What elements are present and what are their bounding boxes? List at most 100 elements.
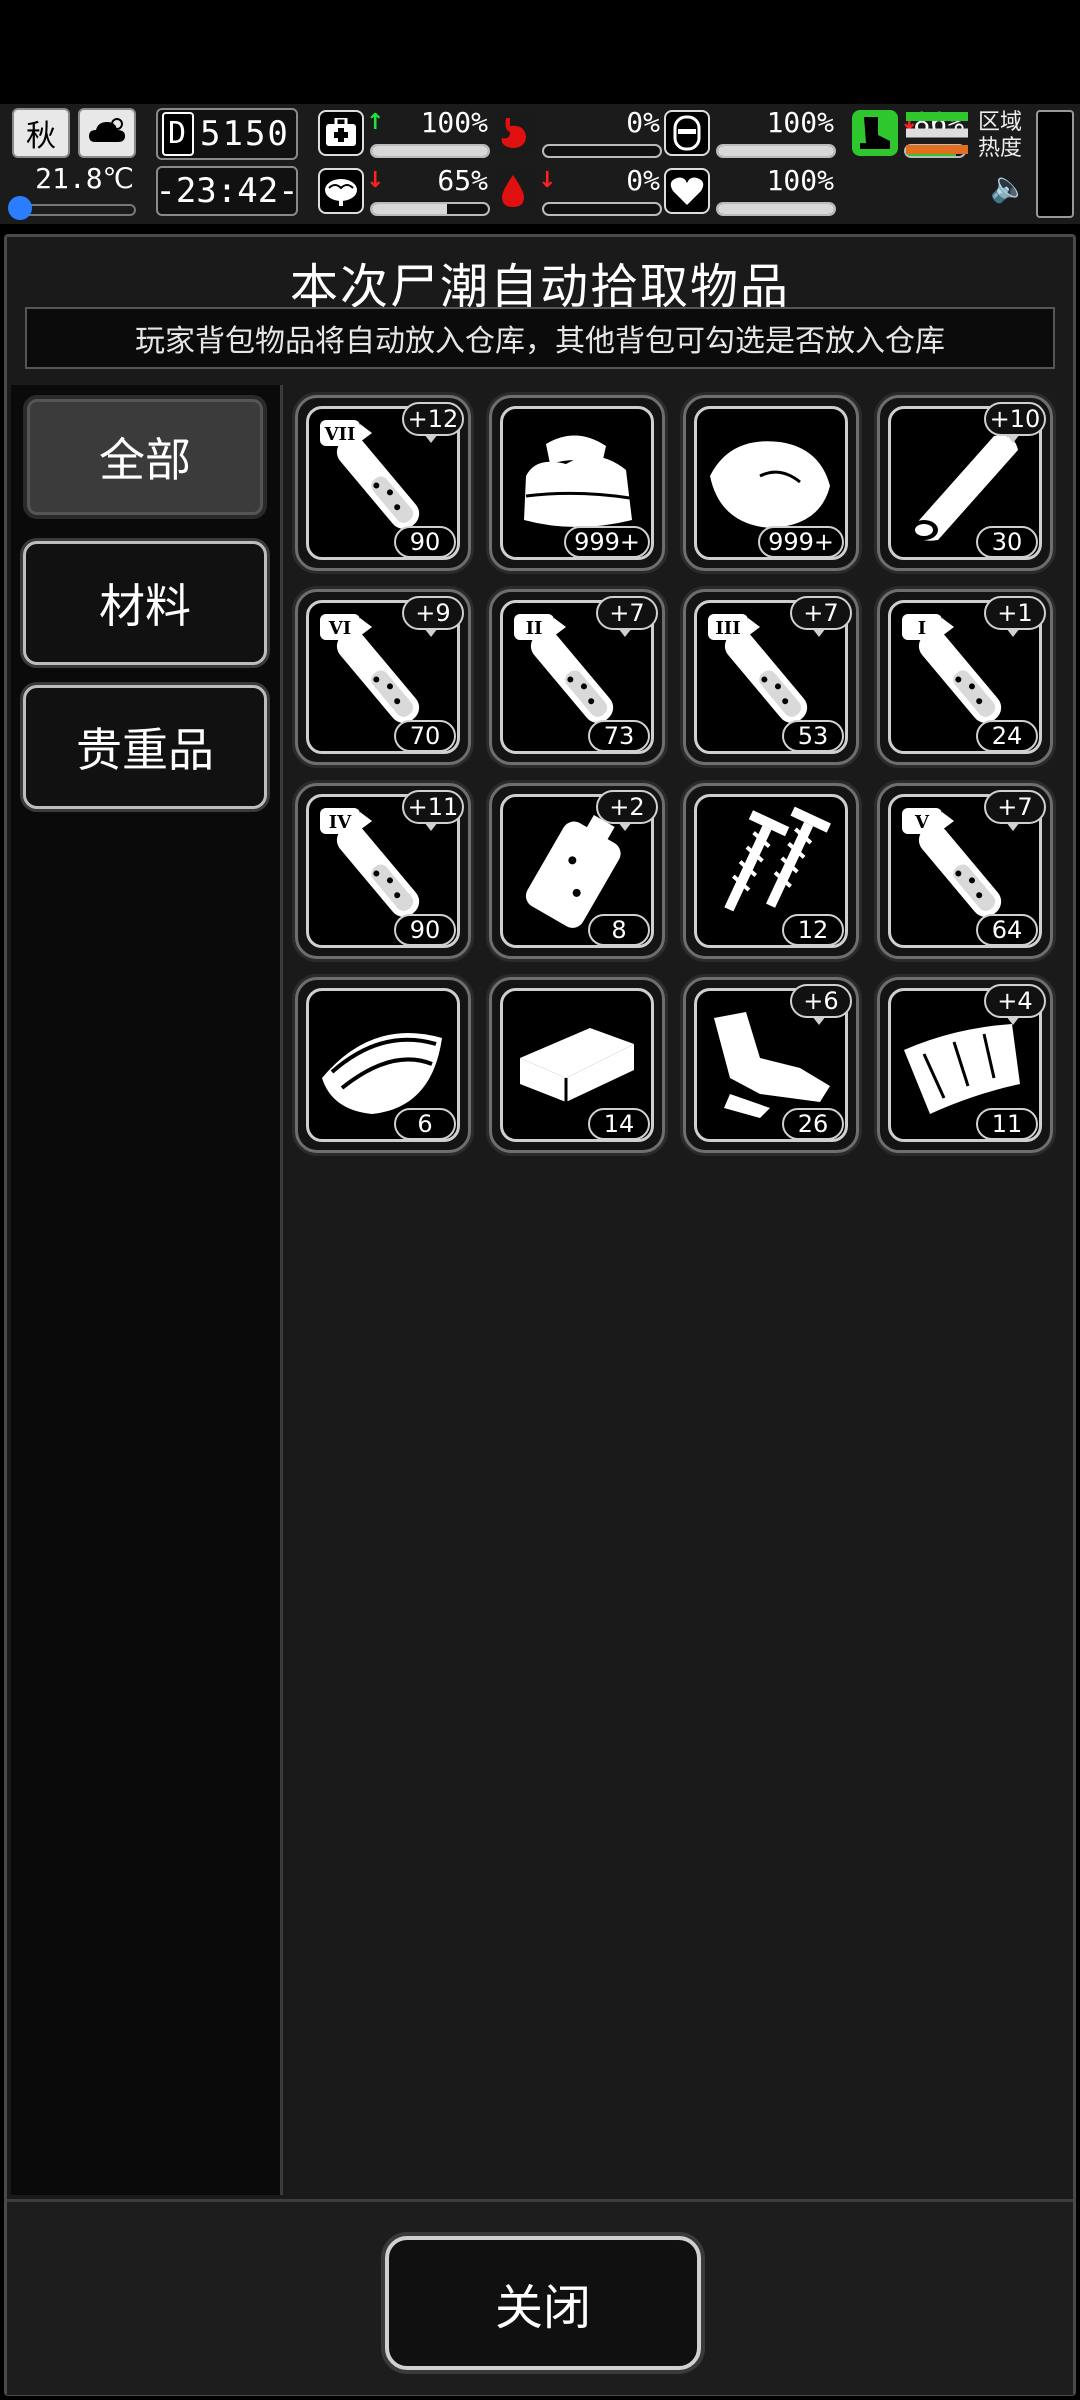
season-label: 秋	[26, 119, 56, 154]
quantity-badge: 999+	[758, 526, 844, 558]
stat-bar	[542, 144, 662, 158]
region-heat-meter	[1036, 110, 1074, 218]
stat-value: 65%	[437, 164, 488, 197]
item-slot[interactable]: V +7 64	[877, 783, 1053, 959]
stat-value: 100%	[766, 106, 834, 139]
stat-bar	[716, 202, 836, 216]
status-hud: 秋 21.8℃ D 5150 -23:42- ↑ 100% 0% 100% ↓ 65% ↓ 0…	[0, 104, 1080, 224]
medkit-icon	[318, 110, 364, 156]
quantity-badge: 73	[588, 720, 650, 752]
stat-armor: 100%	[664, 106, 840, 160]
season-indicator: 秋	[12, 108, 70, 158]
stat-thirst: ↓ 0%	[490, 164, 666, 218]
svg-text:V: V	[914, 812, 930, 833]
heart-icon	[664, 168, 710, 214]
item-slot[interactable]: +6 26	[683, 977, 859, 1153]
stat-hunger: 0%	[490, 106, 666, 160]
stat-value: 100%	[766, 164, 834, 197]
item-slot[interactable]: +2 8	[489, 783, 665, 959]
quantity-badge: 8	[588, 914, 650, 946]
weather-icon	[78, 108, 136, 158]
close-label: 关闭	[494, 2280, 591, 2336]
bonus-badge: +4	[984, 984, 1046, 1025]
stat-mood: 100%	[664, 164, 840, 218]
panel-subtitle: 玩家背包物品将自动放入仓库，其他背包可勾选是否放入仓库	[25, 307, 1055, 369]
trend-arrow-icon: ↑	[366, 110, 385, 135]
item-grid: VII +12 90 999+ 999+ +10 30 VI +9 70 II +7 73 III +7 53…	[289, 385, 1067, 2195]
stat-bar	[370, 202, 490, 216]
boot-icon	[852, 110, 898, 156]
stomach-icon	[490, 110, 536, 156]
quantity-badge: 6	[394, 1108, 456, 1140]
item-slot[interactable]: II +7 73	[489, 589, 665, 765]
quantity-badge: 24	[976, 720, 1038, 752]
quantity-badge: 14	[588, 1108, 650, 1140]
bonus-badge: +7	[790, 596, 852, 637]
tab-label: 材料	[99, 579, 191, 633]
clock: -23:42-	[155, 166, 299, 216]
bonus-badge: +7	[984, 790, 1046, 831]
tab-materials[interactable]: 材料	[23, 541, 267, 665]
auto-loot-panel: 本次尸潮自动拾取物品 玩家背包物品将自动放入仓库，其他背包可勾选是否放入仓库 全…	[4, 234, 1076, 2396]
tab-label: 贵重品	[76, 723, 214, 777]
category-sidebar: 全部 材料 贵重品	[11, 385, 283, 2195]
trend-arrow-icon: ↓	[366, 168, 385, 193]
bonus-badge: +2	[596, 790, 658, 831]
bonus-badge: +6	[790, 984, 852, 1025]
day-counter: D 5150	[156, 108, 298, 160]
quantity-badge: 11	[976, 1108, 1038, 1140]
close-button[interactable]: 关闭	[385, 2236, 701, 2370]
day-value: 5150	[200, 114, 290, 154]
stat-value: 100%	[420, 106, 488, 139]
bonus-badge: +9	[402, 596, 464, 637]
quantity-badge: 999+	[564, 526, 650, 558]
item-slot[interactable]: VII +12 90	[295, 395, 471, 571]
quantity-badge: 12	[782, 914, 844, 946]
item-slot[interactable]: 999+	[489, 395, 665, 571]
item-slot[interactable]: +10 30	[877, 395, 1053, 571]
stat-bar	[370, 144, 490, 158]
stat-bar	[716, 144, 836, 158]
stat-brain: ↓ 65%	[318, 164, 494, 218]
bonus-badge: +10	[984, 402, 1046, 443]
item-slot[interactable]: 14	[489, 977, 665, 1153]
bonus-badge: +7	[596, 596, 658, 637]
bonus-badge: +11	[402, 790, 464, 831]
trend-arrow-icon: ↓	[538, 168, 557, 193]
item-slot[interactable]: 999+	[683, 395, 859, 571]
item-slot[interactable]: +4 11	[877, 977, 1053, 1153]
water-drop-icon	[490, 168, 536, 214]
tab-valuables[interactable]: 贵重品	[23, 685, 267, 809]
day-label: D	[162, 112, 194, 156]
tab-all[interactable]: 全部	[23, 395, 267, 519]
quantity-badge: 70	[394, 720, 456, 752]
bonus-badge: +12	[402, 402, 464, 443]
thermometer-icon	[8, 196, 32, 220]
helmet-icon	[664, 110, 710, 156]
item-slot[interactable]: III +7 53	[683, 589, 859, 765]
brain-icon	[318, 168, 364, 214]
stamina-stripes	[906, 112, 968, 154]
quantity-badge: 26	[782, 1108, 844, 1140]
quantity-badge: 53	[782, 720, 844, 752]
svg-text:I: I	[918, 618, 926, 639]
quantity-badge: 30	[976, 526, 1038, 558]
quantity-badge: 64	[976, 914, 1038, 946]
item-slot[interactable]: 12	[683, 783, 859, 959]
speaker-icon[interactable]: 🔈	[990, 170, 1027, 205]
stat-value: 0%	[626, 164, 660, 197]
stat-bar	[542, 202, 662, 216]
stat-value: 0%	[626, 106, 660, 139]
tab-label: 全部	[99, 433, 191, 487]
quantity-badge: 90	[394, 526, 456, 558]
item-slot[interactable]: IV +11 90	[295, 783, 471, 959]
item-slot[interactable]: I +1 24	[877, 589, 1053, 765]
item-slot[interactable]: VI +9 70	[295, 589, 471, 765]
stat-health: ↑ 100%	[318, 106, 494, 160]
svg-text:II: II	[526, 618, 543, 639]
bonus-badge: +1	[984, 596, 1046, 637]
svg-text:IV: IV	[329, 812, 352, 833]
item-slot[interactable]: 6	[295, 977, 471, 1153]
svg-text:III: III	[715, 618, 740, 639]
quantity-badge: 90	[394, 914, 456, 946]
